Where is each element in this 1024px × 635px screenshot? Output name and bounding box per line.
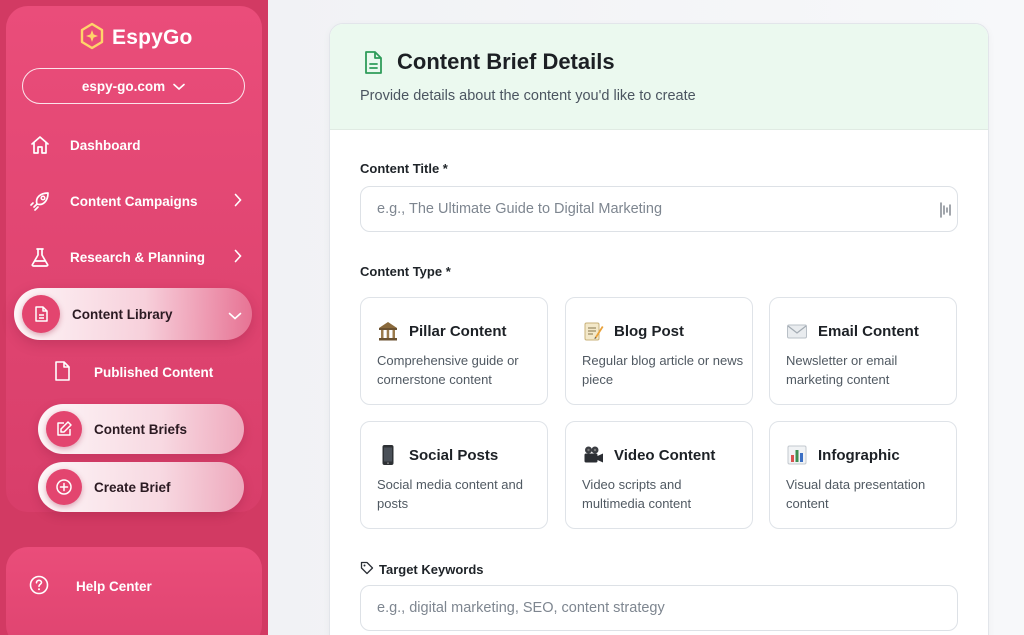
content-type-label: Content Type * — [360, 264, 451, 279]
form-header: Content Brief Details Provide details ab… — [330, 24, 988, 130]
sidebar-item-dashboard[interactable]: Dashboard — [22, 125, 252, 165]
content-type-description: Social media content and posts — [377, 477, 523, 511]
home-icon — [22, 134, 58, 156]
sidebar-subitem-label: Create Brief — [94, 479, 171, 495]
sidebar-subitem-content-briefs[interactable]: Content Briefs — [38, 404, 244, 454]
target-keywords-input[interactable]: e.g., digital marketing, SEO, content st… — [360, 585, 958, 631]
chevron-down-icon — [228, 307, 242, 325]
video-camera-icon — [582, 444, 604, 466]
chevron-down-icon — [173, 79, 185, 94]
help-circle-icon — [28, 574, 50, 599]
content-type-description: Comprehensive guide or cornerstone conte… — [377, 353, 519, 387]
content-title-placeholder: e.g., The Ultimate Guide to Digital Mark… — [377, 201, 663, 217]
content-type-option-pillar[interactable]: Pillar Content Comprehensive guide or co… — [360, 297, 548, 405]
brand-name: EspyGo — [112, 26, 193, 49]
content-type-option-video[interactable]: Video Content Video scripts and multimed… — [565, 421, 753, 529]
chevron-right-icon — [234, 193, 242, 210]
sidebar-item-label: Content Library — [72, 306, 173, 322]
content-title-label: Content Title * — [360, 161, 448, 176]
memo-icon — [582, 320, 604, 342]
content-type-title: Infographic — [818, 446, 900, 464]
bar-chart-icon — [786, 444, 808, 466]
rocket-icon — [22, 190, 58, 212]
content-type-description: Visual data presentation content — [786, 477, 926, 511]
bank-icon — [377, 320, 399, 342]
sidebar-item-label: Content Campaigns — [70, 193, 198, 209]
chevron-right-icon — [234, 249, 242, 266]
domain-select[interactable]: espy-go.com — [22, 68, 245, 104]
sidebar-subitem-label: Published Content — [94, 364, 214, 380]
content-type-description: Newsletter or email marketing content — [786, 353, 898, 387]
content-type-option-social-posts[interactable]: Social Posts Social media content and po… — [360, 421, 548, 529]
content-type-description: Video scripts and multimedia content — [582, 477, 692, 511]
sidebar-item-help-center[interactable]: Help Center — [28, 572, 152, 600]
edit-icon — [46, 411, 82, 447]
content-type-option-blog-post[interactable]: Blog Post Regular blog article or news p… — [565, 297, 753, 405]
espygo-logo-icon — [78, 22, 106, 55]
document-icon — [52, 360, 72, 385]
flask-icon — [22, 246, 58, 268]
sidebar-item-research-planning[interactable]: Research & Planning — [22, 237, 252, 277]
sidebar-item-content-campaigns[interactable]: Content Campaigns — [22, 181, 252, 221]
content-type-title: Blog Post — [614, 322, 684, 340]
content-title-input[interactable]: e.g., The Ultimate Guide to Digital Mark… — [360, 186, 958, 232]
form-subtitle: Provide details about the content you'd … — [360, 88, 696, 104]
content-type-option-infographic[interactable]: Infographic Visual data presentation con… — [769, 421, 957, 529]
content-type-title: Email Content — [818, 322, 919, 340]
sidebar-subitem-label: Content Briefs — [94, 421, 188, 437]
domain-select-value: espy-go.com — [81, 78, 166, 94]
plus-circle-icon — [46, 469, 82, 505]
content-brief-form-card: Content Brief Details Provide details ab… — [329, 23, 989, 635]
sidebar-subitem-create-brief[interactable]: Create Brief — [38, 462, 244, 512]
document-icon — [22, 295, 60, 333]
content-type-description: Regular blog article or news piece — [582, 353, 744, 387]
sidebar-subitem-published-content[interactable]: Published Content — [52, 356, 213, 388]
target-keywords-label-text: Target Keywords — [379, 562, 484, 577]
content-type-option-email[interactable]: Email Content Newsletter or email market… — [769, 297, 957, 405]
content-type-title: Video Content — [614, 446, 716, 464]
sidebar-item-label: Dashboard — [70, 137, 141, 153]
sidebar-item-content-library[interactable]: Content Library — [14, 288, 252, 340]
content-type-title: Social Posts — [409, 446, 499, 464]
help-center-label: Help Center — [76, 578, 152, 594]
password-manager-icon[interactable] — [939, 202, 951, 222]
envelope-icon — [786, 320, 808, 342]
brand-logo[interactable]: EspyGo — [78, 22, 193, 54]
form-title: Content Brief Details — [397, 49, 615, 74]
target-keywords-placeholder: e.g., digital marketing, SEO, content st… — [377, 600, 665, 616]
mobile-phone-icon — [377, 444, 399, 466]
target-keywords-label: Target Keywords — [360, 561, 484, 578]
sidebar-item-label: Research & Planning — [70, 249, 206, 265]
document-icon — [362, 50, 384, 81]
tag-icon — [360, 561, 374, 578]
content-type-title: Pillar Content — [409, 322, 507, 340]
